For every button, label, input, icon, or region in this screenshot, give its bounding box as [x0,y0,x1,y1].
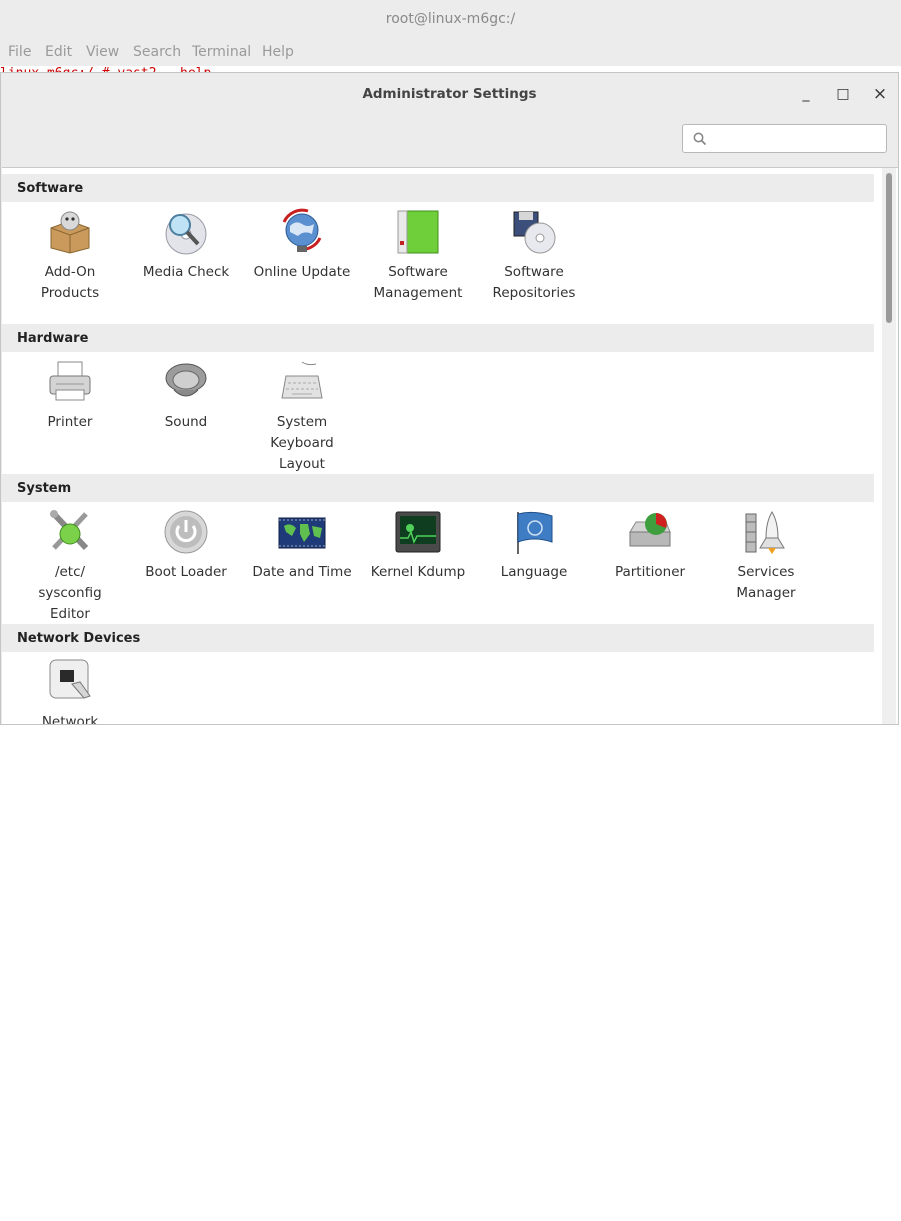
terminal-title: root@linux-m6gc:/ [385,11,516,27]
kernel-kdump-icon [395,511,441,553]
terminal-menu-terminal[interactable]: Terminal [192,44,251,60]
minimize-button[interactable]: _ [795,83,817,105]
category-title: Network Devices [17,631,141,646]
maximize-button[interactable]: □ [832,83,854,105]
module-media-check[interactable]: Media Check [130,208,242,283]
scrollbar[interactable] [882,168,896,724]
module-sysconfig-editor[interactable]: /etc/ sysconfig Editor [14,508,126,625]
module-label: Online Update [253,264,351,280]
terminal-menubar: File Edit View Search Terminal Help [0,42,901,66]
module-date-and-time[interactable]: Date and Time [246,508,358,583]
module-services-manager[interactable]: Services Manager [710,508,822,604]
language-icon [517,511,553,554]
category-header-system: System [2,474,874,502]
module-label: /etc/ sysconfig Editor [38,564,102,622]
printer-icon [49,361,91,401]
module-language[interactable]: Language [478,508,590,583]
terminal-menu-file[interactable]: File [8,44,31,60]
module-software-repositories[interactable]: Software Repositories [478,208,590,304]
scrollbar-thumb[interactable] [886,173,892,323]
boot-loader-icon [164,510,208,554]
module-label: Software Repositories [492,264,576,301]
administrator-settings-window: Administrator Settings _ □ × Software Ad… [0,72,899,725]
module-label: Services Manager [736,564,796,601]
sound-icon [165,363,207,397]
window-title: Administrator Settings [362,86,537,102]
media-check-icon [165,213,207,255]
search-input[interactable] [713,128,882,150]
network-icon [49,659,91,699]
add-on-products-icon [50,211,90,254]
module-label: Sound [164,414,208,430]
module-label: Date and Time [252,564,352,580]
terminal-menu-view[interactable]: View [86,44,119,60]
module-label: Media Check [142,264,230,280]
close-button[interactable]: × [869,83,891,105]
category-title: System [17,481,72,496]
module-label: Boot Loader [145,564,227,580]
sysconfig-editor-icon [50,510,89,551]
services-manager-icon [745,511,785,554]
module-label: Kernel Kdump [370,564,466,580]
terminal-menu-search[interactable]: Search [133,44,181,60]
category-body-hardware: Printer Sound System Keyboard Layout [14,352,874,474]
category-body-software: Add-On Products Media Check Online Updat… [14,202,874,324]
module-label: Partitioner [614,564,686,580]
search-box[interactable] [682,124,887,153]
category-body-system: /etc/ sysconfig Editor Boot Loader Date … [14,502,874,624]
module-printer[interactable]: Printer [14,358,126,433]
category-header-network-devices: Network Devices [2,624,874,652]
keyboard-icon [281,361,323,399]
module-sound[interactable]: Sound [130,358,242,433]
terminal-menu-help[interactable]: Help [262,44,294,60]
software-repositories-icon [513,211,556,254]
date-time-icon [278,517,326,549]
category-body-network-devices: Network [14,652,874,725]
module-label: Add-On Products [40,264,100,301]
module-online-update[interactable]: Online Update [246,208,358,283]
category-title: Hardware [17,331,89,346]
module-label: Printer [47,414,93,430]
partitioner-icon [629,513,671,547]
module-boot-loader[interactable]: Boot Loader [130,508,242,583]
modules-panel: Software Add-On Products Media Check Onl… [2,167,898,725]
module-system-keyboard-layout[interactable]: System Keyboard Layout [246,358,358,475]
search-icon [693,132,707,146]
module-label: Network [41,714,99,725]
module-label: Language [500,564,568,580]
module-add-on-products[interactable]: Add-On Products [14,208,126,304]
module-kernel-kdump[interactable]: Kernel Kdump [362,508,474,583]
module-label: System Keyboard Layout [270,414,334,472]
module-software-management[interactable]: Software Management [362,208,474,304]
category-title: Software [17,181,84,196]
software-management-icon [397,210,439,254]
terminal-menu-edit[interactable]: Edit [45,44,72,60]
category-header-software: Software [2,174,874,202]
terminal-titlebar: root@linux-m6gc:/ [0,0,901,42]
online-update-icon [282,208,322,252]
module-network[interactable]: Network [14,658,126,725]
category-header-hardware: Hardware [2,324,874,352]
module-partitioner[interactable]: Partitioner [594,508,706,583]
module-label: Software Management [373,264,463,301]
